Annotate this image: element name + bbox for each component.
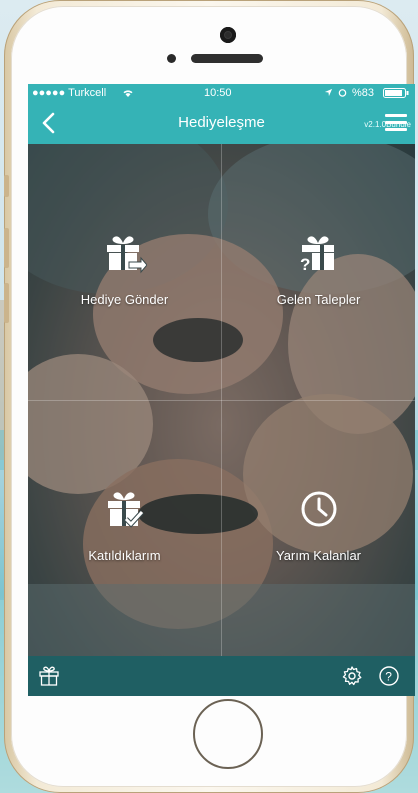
tile-hediye-gonder[interactable]: Hediye Gönder xyxy=(28,144,221,400)
gift-icon[interactable] xyxy=(38,665,60,687)
svg-text:?: ? xyxy=(300,255,310,274)
tile-label: Gelen Talepler xyxy=(276,292,361,307)
tile-yarim-kalanlar[interactable]: Yarım Kalanlar xyxy=(222,400,415,656)
svg-text:?: ? xyxy=(385,670,392,684)
carrier-label: ●●●●● Turkcell xyxy=(32,87,107,99)
help-question-icon[interactable]: ? xyxy=(378,665,400,687)
gift-question-icon: ? xyxy=(300,236,334,274)
tile-gelen-talepler[interactable]: ? Gelen Talepler xyxy=(222,144,415,400)
settings-gear-icon[interactable] xyxy=(341,665,363,687)
gift-send-icon xyxy=(107,236,147,274)
front-camera xyxy=(220,27,236,43)
tile-label: Yarım Kalanlar xyxy=(275,548,361,563)
home-button[interactable] xyxy=(193,699,263,769)
phone-mute-switch xyxy=(4,175,9,197)
bottom-toolbar: ? xyxy=(28,656,415,696)
status-bar: ●●●●● Turkcell 10:50 %83 xyxy=(28,84,415,102)
page-title: Hediyeleşme xyxy=(178,114,265,131)
battery-icon xyxy=(383,88,409,98)
phone-volume-down xyxy=(4,283,9,323)
tile-label: Hediye Gönder xyxy=(80,292,169,307)
tile-katildiklarim[interactable]: Katıldıklarım xyxy=(28,400,221,656)
group-photo-background: Hediye Gönder ? Gelen Talepler Katıldıkl xyxy=(28,144,415,656)
gift-check-icon xyxy=(108,492,144,528)
location-arrow-icon xyxy=(324,88,333,97)
clock-icon xyxy=(301,491,337,527)
tile-label: Katıldıklarım xyxy=(88,548,161,563)
clock-time: 10:50 xyxy=(204,87,232,99)
wifi-icon xyxy=(123,90,133,97)
app-screen: ●●●●● Turkcell 10:50 %83 v2.1.0Bundle He… xyxy=(28,84,415,696)
battery-percent: %83 xyxy=(352,87,375,99)
alarm-icon xyxy=(338,89,347,97)
navigation-bar: v2.1.0Bundle Hediyeleşme xyxy=(28,102,415,144)
proximity-sensor xyxy=(167,54,176,63)
hamburger-menu-icon[interactable] xyxy=(385,114,407,132)
phone-volume-up xyxy=(4,228,9,268)
earpiece-speaker xyxy=(191,54,263,63)
